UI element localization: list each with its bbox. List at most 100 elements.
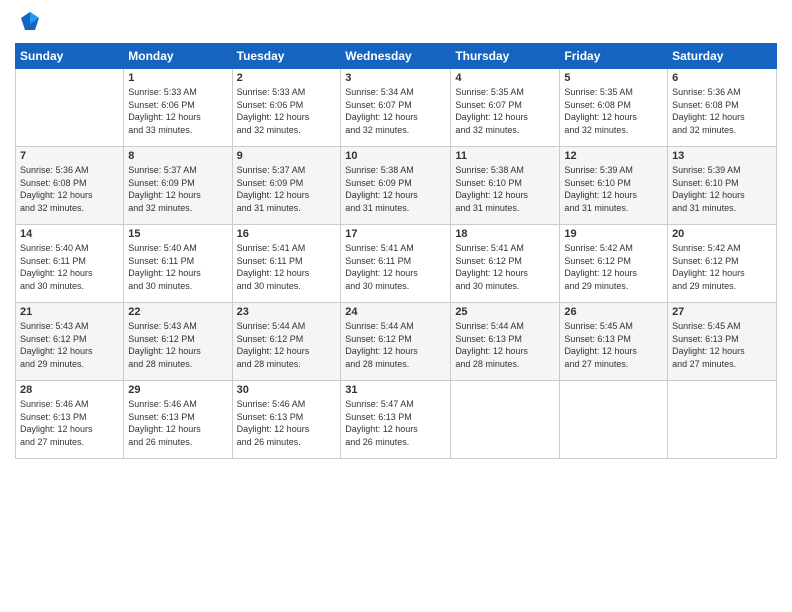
calendar-cell <box>16 69 124 147</box>
day-info: Sunrise: 5:41 AM Sunset: 6:12 PM Dayligh… <box>455 242 555 292</box>
calendar-cell: 28 Sunrise: 5:46 AM Sunset: 6:13 PM Dayli… <box>16 381 124 459</box>
calendar-cell: 20Sunrise: 5:42 AM Sunset: 6:12 PM Dayli… <box>668 225 777 303</box>
day-number: 15 <box>128 228 227 240</box>
calendar-header-row: SundayMondayTuesdayWednesdayThursdayFrid… <box>16 44 777 69</box>
day-info: Sunrise: 5:46 AM Sunset: 6:13 PM Dayligh… <box>128 398 227 448</box>
day-number: 4 <box>455 72 555 84</box>
day-number: 31 <box>345 384 446 396</box>
main-container: SundayMondayTuesdayWednesdayThursdayFrid… <box>0 0 792 469</box>
calendar-cell: 19 Sunrise: 5:42 AM Sunset: 6:12 PM Dayli… <box>560 225 668 303</box>
calendar-cell: 3 Sunrise: 5:34 AM Sunset: 6:07 PM Daylig… <box>341 69 451 147</box>
calendar-week-2: 7 Sunrise: 5:36 AM Sunset: 6:08 PM Daylig… <box>16 147 777 225</box>
day-info: Sunrise: 5:39 AM Sunset: 6:10 PM Dayligh… <box>672 164 772 214</box>
calendar-cell: 2Sunrise: 5:33 AM Sunset: 6:06 PM Daylig… <box>232 69 341 147</box>
header <box>15 10 777 37</box>
day-info: Sunrise: 5:43 AM Sunset: 6:12 PM Dayligh… <box>128 320 227 370</box>
calendar-cell: 29 Sunrise: 5:46 AM Sunset: 6:13 PM Dayli… <box>124 381 232 459</box>
day-number: 25 <box>455 306 555 318</box>
day-info: Sunrise: 5:38 AM Sunset: 6:09 PM Dayligh… <box>345 164 446 214</box>
calendar-cell: 26 Sunrise: 5:45 AM Sunset: 6:13 PM Dayli… <box>560 303 668 381</box>
day-info: Sunrise: 5:45 AM Sunset: 6:13 PM Dayligh… <box>672 320 772 370</box>
day-number: 17 <box>345 228 446 240</box>
calendar-cell: 15 Sunrise: 5:40 AM Sunset: 6:11 PM Dayli… <box>124 225 232 303</box>
day-number: 7 <box>20 150 119 162</box>
day-info: Sunrise: 5:35 AM Sunset: 6:07 PM Dayligh… <box>455 86 555 136</box>
calendar-cell: 16 Sunrise: 5:41 AM Sunset: 6:11 PM Dayli… <box>232 225 341 303</box>
calendar-cell: 31 Sunrise: 5:47 AM Sunset: 6:13 PM Dayli… <box>341 381 451 459</box>
calendar-cell: 18Sunrise: 5:41 AM Sunset: 6:12 PM Dayli… <box>451 225 560 303</box>
day-number: 24 <box>345 306 446 318</box>
calendar-cell: 23Sunrise: 5:44 AM Sunset: 6:12 PM Dayli… <box>232 303 341 381</box>
day-header-tuesday: Tuesday <box>232 44 341 69</box>
calendar-cell: 10 Sunrise: 5:38 AM Sunset: 6:09 PM Dayli… <box>341 147 451 225</box>
calendar-cell: 12Sunrise: 5:39 AM Sunset: 6:10 PM Dayli… <box>560 147 668 225</box>
day-info: Sunrise: 5:41 AM Sunset: 6:11 PM Dayligh… <box>237 242 337 292</box>
day-info: Sunrise: 5:36 AM Sunset: 6:08 PM Dayligh… <box>20 164 119 214</box>
calendar-week-5: 28 Sunrise: 5:46 AM Sunset: 6:13 PM Dayli… <box>16 381 777 459</box>
calendar-cell: 14 Sunrise: 5:40 AM Sunset: 6:11 PM Dayli… <box>16 225 124 303</box>
calendar-cell: 30 Sunrise: 5:46 AM Sunset: 6:13 PM Dayli… <box>232 381 341 459</box>
day-info: Sunrise: 5:45 AM Sunset: 6:13 PM Dayligh… <box>564 320 663 370</box>
calendar-cell: 21 Sunrise: 5:43 AM Sunset: 6:12 PM Dayli… <box>16 303 124 381</box>
logo-icon <box>19 10 41 32</box>
day-number: 26 <box>564 306 663 318</box>
day-info: Sunrise: 5:40 AM Sunset: 6:11 PM Dayligh… <box>128 242 227 292</box>
calendar-cell: 24 Sunrise: 5:44 AM Sunset: 6:12 PM Dayli… <box>341 303 451 381</box>
calendar-week-3: 14 Sunrise: 5:40 AM Sunset: 6:11 PM Dayli… <box>16 225 777 303</box>
calendar-cell: 1 Sunrise: 5:33 AM Sunset: 6:06 PM Daylig… <box>124 69 232 147</box>
day-number: 10 <box>345 150 446 162</box>
day-number: 30 <box>237 384 337 396</box>
logo <box>15 10 41 37</box>
day-info: Sunrise: 5:44 AM Sunset: 6:13 PM Dayligh… <box>455 320 555 370</box>
day-info: Sunrise: 5:46 AM Sunset: 6:13 PM Dayligh… <box>20 398 119 448</box>
day-number: 22 <box>128 306 227 318</box>
day-number: 9 <box>237 150 337 162</box>
day-info: Sunrise: 5:43 AM Sunset: 6:12 PM Dayligh… <box>20 320 119 370</box>
calendar-cell: 17 Sunrise: 5:41 AM Sunset: 6:11 PM Dayli… <box>341 225 451 303</box>
day-number: 14 <box>20 228 119 240</box>
day-number: 20 <box>672 228 772 240</box>
calendar-cell: 6 Sunrise: 5:36 AM Sunset: 6:08 PM Daylig… <box>668 69 777 147</box>
day-info: Sunrise: 5:44 AM Sunset: 6:12 PM Dayligh… <box>237 320 337 370</box>
day-header-wednesday: Wednesday <box>341 44 451 69</box>
day-number: 8 <box>128 150 227 162</box>
calendar-cell: 7 Sunrise: 5:36 AM Sunset: 6:08 PM Daylig… <box>16 147 124 225</box>
day-number: 6 <box>672 72 772 84</box>
day-info: Sunrise: 5:42 AM Sunset: 6:12 PM Dayligh… <box>564 242 663 292</box>
day-info: Sunrise: 5:40 AM Sunset: 6:11 PM Dayligh… <box>20 242 119 292</box>
day-number: 27 <box>672 306 772 318</box>
day-info: Sunrise: 5:46 AM Sunset: 6:13 PM Dayligh… <box>237 398 337 448</box>
calendar-cell: 13 Sunrise: 5:39 AM Sunset: 6:10 PM Dayli… <box>668 147 777 225</box>
day-number: 21 <box>20 306 119 318</box>
day-info: Sunrise: 5:37 AM Sunset: 6:09 PM Dayligh… <box>237 164 337 214</box>
calendar-cell: 4 Sunrise: 5:35 AM Sunset: 6:07 PM Daylig… <box>451 69 560 147</box>
day-number: 29 <box>128 384 227 396</box>
day-number: 19 <box>564 228 663 240</box>
calendar-week-1: 1 Sunrise: 5:33 AM Sunset: 6:06 PM Daylig… <box>16 69 777 147</box>
day-number: 16 <box>237 228 337 240</box>
day-number: 3 <box>345 72 446 84</box>
calendar-cell: 11Sunrise: 5:38 AM Sunset: 6:10 PM Dayli… <box>451 147 560 225</box>
calendar-cell <box>668 381 777 459</box>
day-info: Sunrise: 5:37 AM Sunset: 6:09 PM Dayligh… <box>128 164 227 214</box>
day-number: 13 <box>672 150 772 162</box>
day-number: 1 <box>128 72 227 84</box>
calendar-table: SundayMondayTuesdayWednesdayThursdayFrid… <box>15 43 777 459</box>
day-info: Sunrise: 5:41 AM Sunset: 6:11 PM Dayligh… <box>345 242 446 292</box>
calendar-cell: 27 Sunrise: 5:45 AM Sunset: 6:13 PM Dayli… <box>668 303 777 381</box>
day-info: Sunrise: 5:33 AM Sunset: 6:06 PM Dayligh… <box>128 86 227 136</box>
calendar-cell: 5Sunrise: 5:35 AM Sunset: 6:08 PM Daylig… <box>560 69 668 147</box>
day-header-saturday: Saturday <box>668 44 777 69</box>
day-info: Sunrise: 5:47 AM Sunset: 6:13 PM Dayligh… <box>345 398 446 448</box>
day-info: Sunrise: 5:44 AM Sunset: 6:12 PM Dayligh… <box>345 320 446 370</box>
calendar-cell: 9 Sunrise: 5:37 AM Sunset: 6:09 PM Daylig… <box>232 147 341 225</box>
day-info: Sunrise: 5:38 AM Sunset: 6:10 PM Dayligh… <box>455 164 555 214</box>
day-info: Sunrise: 5:36 AM Sunset: 6:08 PM Dayligh… <box>672 86 772 136</box>
day-header-friday: Friday <box>560 44 668 69</box>
calendar-cell: 8 Sunrise: 5:37 AM Sunset: 6:09 PM Daylig… <box>124 147 232 225</box>
day-number: 12 <box>564 150 663 162</box>
day-info: Sunrise: 5:33 AM Sunset: 6:06 PM Dayligh… <box>237 86 337 136</box>
day-number: 5 <box>564 72 663 84</box>
day-number: 28 <box>20 384 119 396</box>
day-info: Sunrise: 5:34 AM Sunset: 6:07 PM Dayligh… <box>345 86 446 136</box>
